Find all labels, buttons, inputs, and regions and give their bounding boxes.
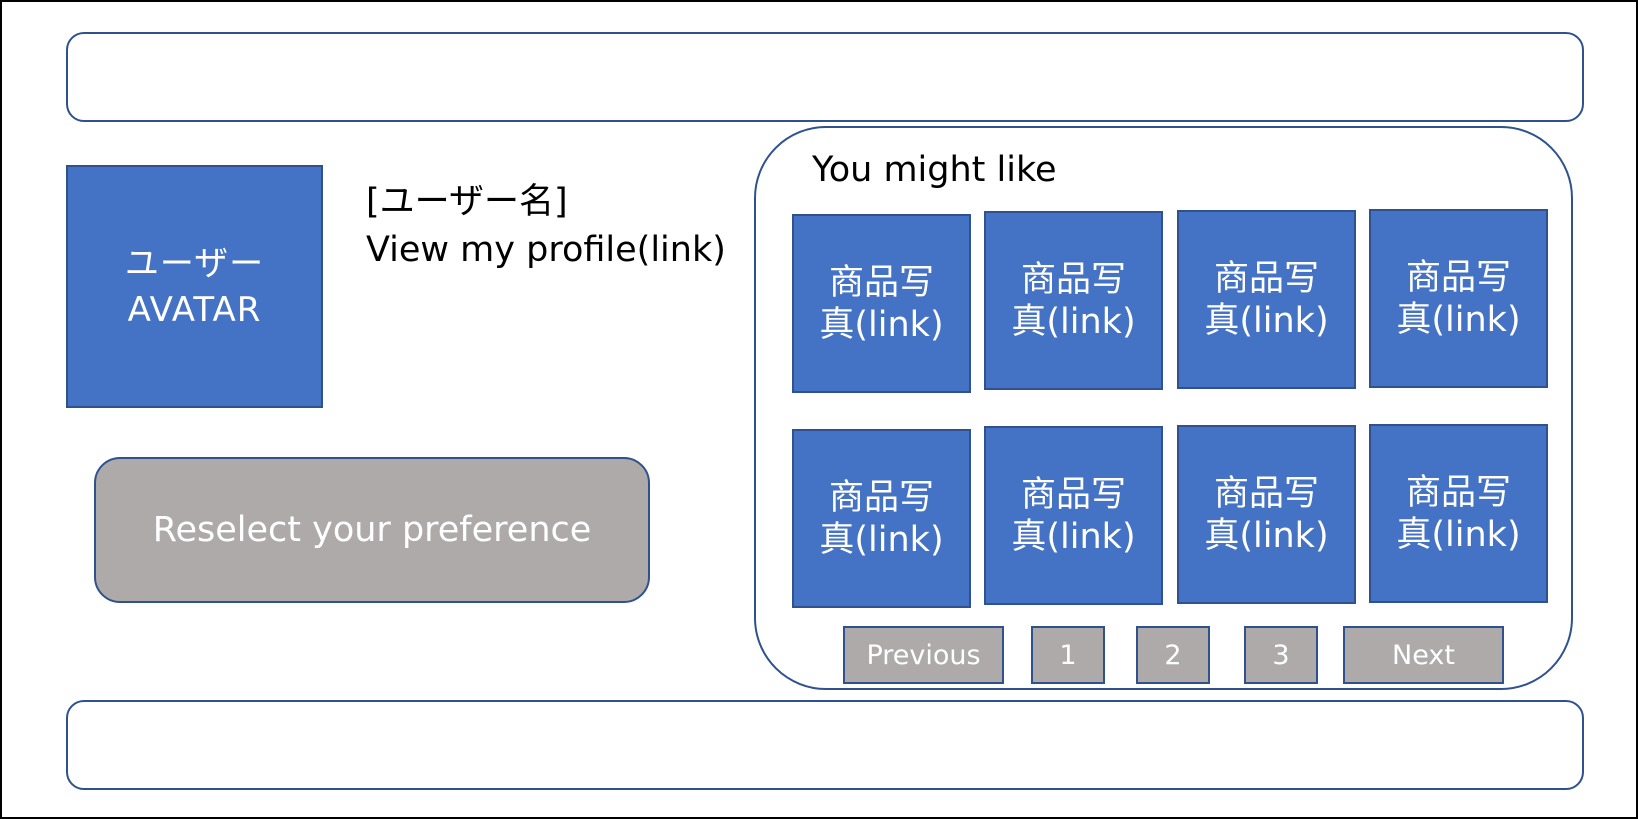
recommendation-panel: You might like 商品写 真(link) 商品写 真(link) 商…	[754, 126, 1573, 690]
product-label-line2: 真(link)	[1011, 516, 1136, 557]
product-label-line1: 商品写	[828, 477, 934, 518]
product-card[interactable]: 商品写 真(link)	[1177, 210, 1356, 389]
user-info: [ユーザー名] View my profile(link)	[366, 178, 726, 274]
product-card[interactable]: 商品写 真(link)	[1369, 424, 1548, 603]
page-1-button[interactable]: 1	[1031, 626, 1105, 684]
previous-page-button[interactable]: Previous	[843, 626, 1004, 684]
product-card[interactable]: 商品写 真(link)	[1177, 425, 1356, 604]
product-label-line2: 真(link)	[819, 519, 944, 560]
product-card[interactable]: 商品写 真(link)	[792, 429, 971, 608]
avatar-label-line1: ユーザー	[124, 243, 265, 284]
panel-title: You might like	[812, 150, 1057, 190]
product-card[interactable]: 商品写 真(link)	[792, 214, 971, 393]
product-label-line2: 真(link)	[1011, 301, 1136, 342]
footer-bar	[66, 700, 1584, 790]
product-card[interactable]: 商品写 真(link)	[984, 211, 1163, 390]
product-label-line2: 真(link)	[1396, 299, 1521, 340]
page-3-button[interactable]: 3	[1244, 626, 1318, 684]
reselect-preference-button[interactable]: Reselect your preference	[94, 457, 650, 603]
username: [ユーザー名]	[366, 182, 568, 222]
product-label-line2: 真(link)	[1204, 300, 1329, 341]
product-label-line1: 商品写	[828, 262, 934, 303]
view-profile-link[interactable]: View my profile(link)	[366, 226, 726, 274]
product-label-line2: 真(link)	[819, 304, 944, 345]
product-card[interactable]: 商品写 真(link)	[1369, 209, 1548, 388]
user-avatar: ユーザー AVATAR	[66, 165, 323, 408]
avatar-label-line2: AVATAR	[127, 289, 262, 330]
page-2-button[interactable]: 2	[1136, 626, 1210, 684]
header-bar	[66, 32, 1584, 122]
product-label-line2: 真(link)	[1396, 514, 1521, 555]
product-label-line1: 商品写	[1213, 258, 1319, 299]
product-label-line1: 商品写	[1405, 472, 1511, 513]
product-label-line1: 商品写	[1020, 474, 1126, 515]
product-label-line1: 商品写	[1405, 257, 1511, 298]
product-label-line2: 真(link)	[1204, 515, 1329, 556]
next-page-button[interactable]: Next	[1343, 626, 1504, 684]
product-label-line1: 商品写	[1213, 473, 1319, 514]
product-card[interactable]: 商品写 真(link)	[984, 426, 1163, 605]
product-label-line1: 商品写	[1020, 259, 1126, 300]
